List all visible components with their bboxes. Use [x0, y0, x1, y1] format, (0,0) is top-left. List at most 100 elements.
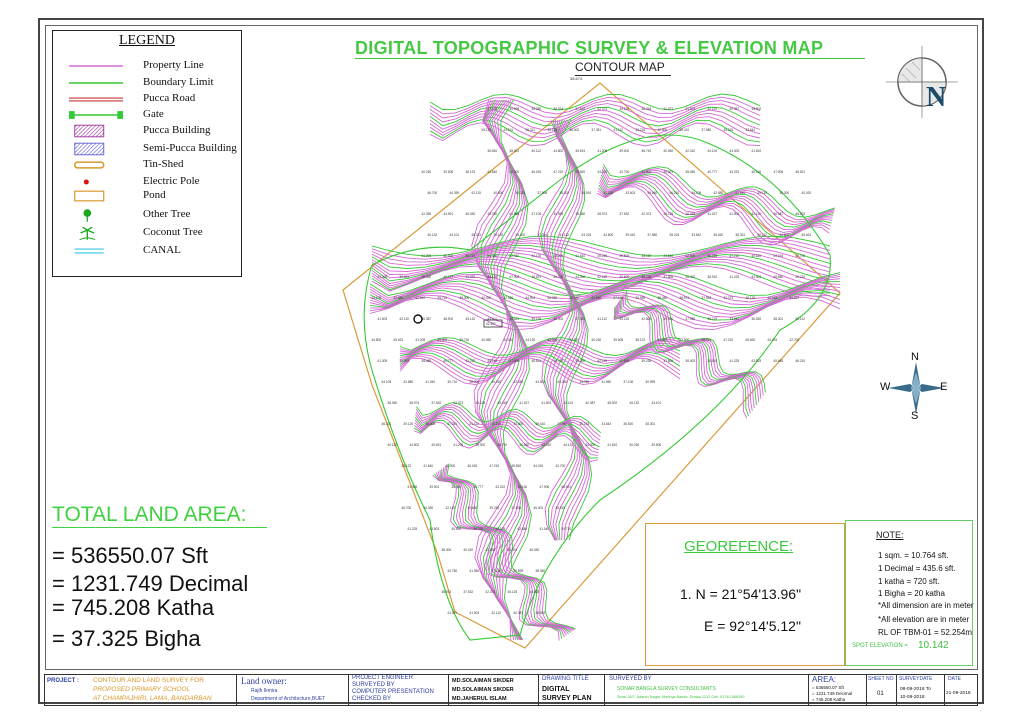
spot-height-label: 46.321 — [471, 233, 481, 237]
spot-height-label: 45.125 — [507, 590, 517, 594]
compass-west-label: W — [880, 381, 891, 393]
spot-height-label: 41.027 — [447, 611, 457, 615]
spot-height-label: 42.115 — [597, 359, 607, 363]
spot-height-label: 41.027 — [707, 212, 717, 216]
compass-east-label: E — [940, 381, 948, 393]
contour-line — [437, 471, 567, 636]
spot-height-label: 38.910 — [707, 275, 717, 279]
spot-height-label: 44.015 — [773, 254, 783, 258]
spot-height-label: 30.999 — [553, 212, 563, 216]
spot-height-label: 43.503 — [429, 527, 439, 531]
spot-height-label: 47.906 — [773, 170, 783, 174]
spot-height-label: 39.235 — [641, 359, 651, 363]
spot-height-label: 48.902 — [535, 611, 545, 615]
spot-height-label: 45.660 — [451, 527, 461, 531]
spot-height-label: 44.120 — [563, 443, 573, 447]
spot-height-label: 42.880 — [393, 296, 403, 300]
spot-height-label: 41.960 — [601, 380, 611, 384]
owner-label: Land owner: — [241, 676, 287, 686]
spot-height-label: 43.780 — [447, 569, 457, 573]
spot-height-label: 43.215 — [619, 317, 629, 321]
spot-height-label: 38.122 — [641, 254, 651, 258]
note-line: *All dimension are in meter — [878, 601, 974, 610]
spot-height-label: 46.321 — [381, 422, 391, 426]
spot-height-label: 45.660 — [647, 191, 657, 195]
roles-cell: PROJECT ENGINEER SURVEYED BY COMPUTER PR… — [349, 675, 449, 705]
spot-height-label: 43.503 — [751, 275, 761, 279]
spot-height-label: 40.112 — [795, 317, 805, 321]
spot-height-label: 36.402 — [533, 506, 543, 510]
spot-height-label: 39.505 — [613, 338, 623, 342]
spot-height-label: 45.660 — [773, 359, 783, 363]
spot-height-label: 44.120 — [525, 338, 535, 342]
spot-height-label: 45.125 — [619, 107, 629, 111]
surveyor-address: Store-26/7, Adarsh Nagar, Madhya Badda, … — [617, 695, 745, 699]
spot-height-label: 43.101 — [487, 317, 497, 321]
spot-height-label: 38.710 — [497, 443, 507, 447]
note-panel: NOTE: 1 sqm. = 10.764 sft. 1 Decimal = 4… — [845, 520, 974, 666]
spot-height-label: 42.880 — [403, 380, 413, 384]
spot-height-label: 42.373 — [597, 107, 607, 111]
spot-height-label: 38.710 — [641, 149, 651, 153]
date-value: 21-09-2018 — [946, 691, 971, 696]
spot-height-label: 38.360 — [535, 569, 545, 573]
spot-height-label: 38.450 — [451, 485, 461, 489]
spot-height-label: 45.118 — [517, 485, 527, 489]
spot-height-label: 37.805 — [663, 275, 673, 279]
spot-height-label: 38.450 — [421, 275, 431, 279]
spot-height-label: 48.902 — [607, 401, 617, 405]
spot-height-label: 38.974 — [597, 212, 607, 216]
spot-height-label: 41.205 — [421, 254, 431, 258]
spot-height-label: 39.901 — [399, 359, 409, 363]
spot-height-label: 41.112 — [613, 128, 623, 132]
spot-height-label: 46.318 — [685, 212, 695, 216]
spot-height-label: 42.115 — [445, 506, 455, 510]
spot-height-label: 40.550 — [519, 443, 529, 447]
spot-height-label: 42.880 — [517, 527, 527, 531]
spot-height-label: 43.300 — [547, 338, 557, 342]
spot-height-label: 48.902 — [443, 317, 453, 321]
engineer-name: MD.SOLAIMAN SIKDER — [452, 678, 514, 684]
spot-height-label: 39.901 — [429, 485, 439, 489]
spot-height-label: 40.020 — [481, 296, 491, 300]
spot-height-label: 37.106 — [491, 569, 501, 573]
area-cell: AREA: = 536550.07 Sft = 1231.749 Decimal… — [809, 675, 867, 705]
spot-height-label: 45.118 — [487, 275, 497, 279]
spot-height-label: 42.373 — [485, 590, 495, 594]
compass-rose-icon — [888, 362, 944, 414]
date-label: DATE — [948, 676, 961, 682]
spot-height-label: 42.800 — [513, 422, 523, 426]
spot-height-label: 39.410 — [625, 233, 635, 237]
spot-height-label: 41.205 — [453, 443, 463, 447]
spot-height-label: 41.205 — [415, 338, 425, 342]
spot-height-label: 37.532 — [431, 401, 441, 405]
owner-cell: Land owner: Rajih Ikmira Department of A… — [237, 675, 349, 705]
date-cell: DATE 21-09-2018 — [945, 675, 977, 705]
spot-elevation-value: 10.142 — [918, 640, 949, 651]
surveydate-line: 10-09-2018 — [900, 695, 925, 700]
spot-elevation-label: SPOT ELEVATION = — [852, 643, 908, 649]
spot-height-label: 36.520 — [623, 422, 633, 426]
spot-height-label: 39.002 — [443, 254, 453, 258]
spot-height-label: 41.040 — [735, 191, 745, 195]
spot-height-label: 44.901 — [535, 380, 545, 384]
spot-height-label: 40.600 — [493, 191, 503, 195]
spot-height-label: 42.900 — [679, 338, 689, 342]
spot-height-label: 38.710 — [465, 254, 475, 258]
spot-height-label: 40.777 — [443, 275, 453, 279]
surveyor-name: MD.SOLAIMAN SIKDER — [452, 687, 514, 693]
note-line: *All elevation are in meter — [878, 615, 970, 624]
spot-height-label: 37.980 — [557, 422, 567, 426]
spot-height-label: 37.106 — [613, 296, 623, 300]
project-line: PROPOSED PRIMARY SCHOOL — [93, 686, 191, 693]
spot-height-label: 39.710 — [561, 527, 571, 531]
spot-height-label: 41.040 — [539, 527, 549, 531]
spot-height-label: 37.351 — [575, 317, 585, 321]
spot-height-label: 41.027 — [519, 401, 529, 405]
spot-height-label: 41.225 — [729, 275, 739, 279]
spot-height-label: 42.115 — [597, 275, 607, 279]
names-cell: MD.SOLAIMAN SIKDER MD.SOLAIMAN SIKDER MD… — [449, 675, 539, 705]
spot-height-label: 48.521 — [531, 275, 541, 279]
building-spot-label: 42.407 — [486, 322, 496, 326]
spot-height-label: 42.310 — [541, 443, 551, 447]
